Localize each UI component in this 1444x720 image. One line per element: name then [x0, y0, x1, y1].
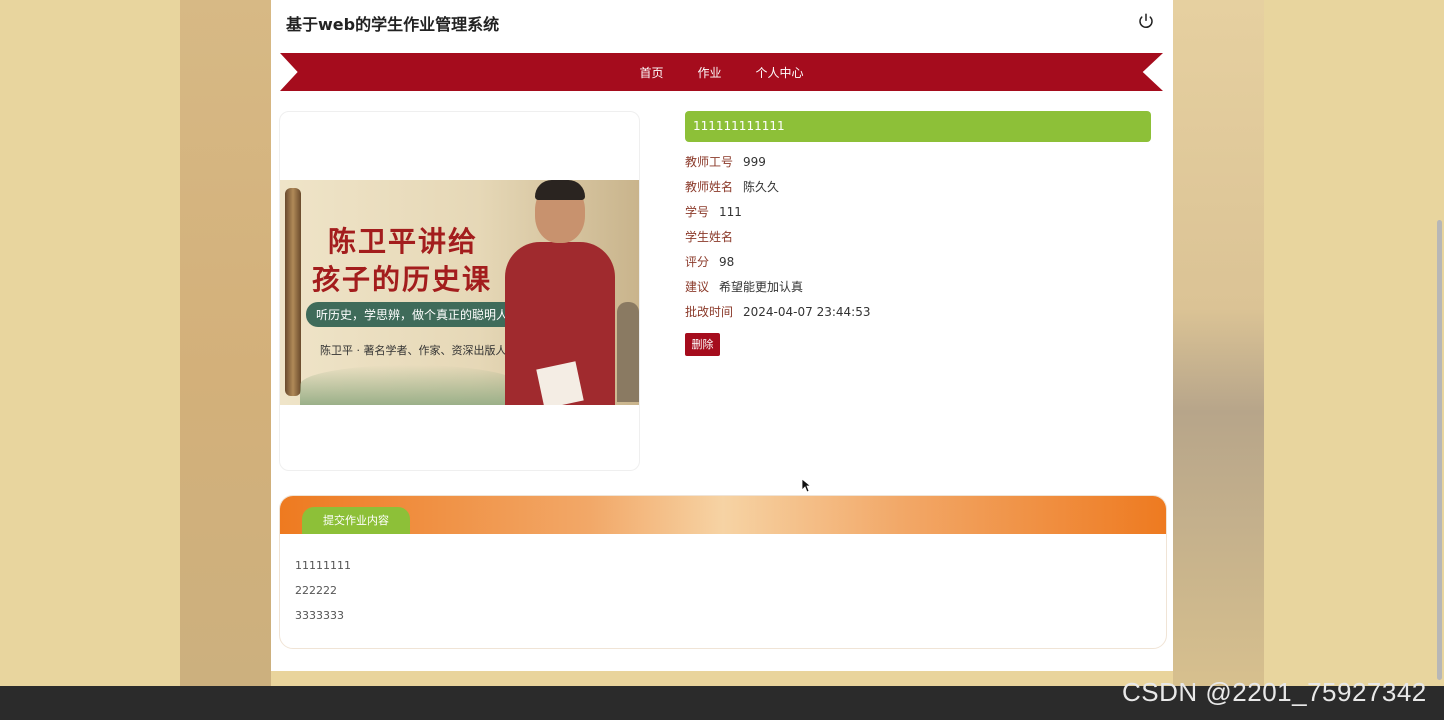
info-label: 评分 — [685, 255, 710, 269]
info-value: 111 — [719, 205, 742, 219]
poster-title-line1: 陈卫平讲给 — [328, 225, 479, 258]
hills-decoration — [300, 365, 520, 405]
content-line: 11111111 — [295, 559, 351, 572]
info-value: 希望能更加认真 — [719, 280, 804, 294]
submitted-content-card: 提交作业内容 11111111 222222 3333333 — [279, 495, 1167, 649]
content-line: 222222 — [295, 584, 337, 597]
tab-submitted-content[interactable]: 提交作业内容 — [302, 507, 410, 534]
info-label: 教师工号 — [685, 155, 734, 169]
page-scrollbar[interactable] — [1437, 220, 1442, 680]
info-value: 2024-04-07 23:44:53 — [743, 305, 871, 319]
course-poster-image: 陈卫平讲给 孩子的历史课 听历史，学思辨，做个真正的聪明人 陈卫平 · 著名学者… — [280, 180, 639, 405]
info-value: 999 — [743, 155, 766, 169]
background-texture-right — [1173, 0, 1264, 686]
power-icon[interactable] — [1137, 12, 1155, 30]
terracotta-warrior-decoration — [617, 302, 639, 402]
content-card-header: 提交作业内容 — [280, 496, 1166, 534]
homework-title-bar: 111111111111 — [685, 111, 1151, 142]
info-label: 批改时间 — [685, 305, 734, 319]
watermark-text: CSDN @2201_75927342 — [1122, 677, 1427, 707]
info-label: 学号 — [685, 205, 710, 219]
nav-item-home-label: 首页 — [639, 65, 664, 80]
nav-item-homework[interactable]: 作业 — [695, 64, 723, 81]
mouse-cursor-icon — [801, 478, 811, 493]
book-prop — [536, 361, 584, 405]
info-row-review-time: 批改时间 2024-04-07 23:44:53 — [685, 303, 870, 320]
author-photo — [505, 180, 615, 405]
info-row-teacher-name: 教师姓名 陈久久 — [685, 178, 779, 195]
site-title: 基于web的学生作业管理系统 — [286, 15, 500, 34]
info-value: 陈久久 — [743, 180, 780, 194]
nav-item-profile-label: 个人中心 — [755, 65, 804, 80]
header: 基于web的学生作业管理系统 — [271, 0, 1173, 44]
info-label: 教师姓名 — [685, 180, 734, 194]
info-row-score: 评分 98 — [685, 253, 734, 270]
scroll-rod-decoration — [285, 188, 301, 396]
nav-item-homework-label: 作业 — [697, 65, 722, 80]
poster-subtitle: 听历史，学思辨，做个真正的聪明人 — [306, 302, 519, 327]
main-nav: 首页 作业 个人中心 — [280, 53, 1163, 91]
person-hair — [535, 180, 585, 200]
homework-image-card: 陈卫平讲给 孩子的历史课 听历史，学思辨，做个真正的聪明人 陈卫平 · 著名学者… — [279, 111, 640, 471]
info-label: 学生姓名 — [685, 230, 734, 244]
background-texture-left — [180, 0, 271, 686]
poster-author: 陈卫平 · 著名学者、作家、资深出版人 — [320, 344, 507, 357]
info-row-teacher-id: 教师工号 999 — [685, 153, 766, 170]
delete-button[interactable]: 删除 — [685, 333, 720, 356]
main-page: 基于web的学生作业管理系统 首页 作业 个人中心 陈卫平讲给 孩子的历史课 听… — [271, 0, 1173, 671]
info-value: 98 — [719, 255, 735, 269]
nav-item-home[interactable]: 首页 — [637, 64, 665, 81]
info-label: 建议 — [685, 280, 710, 294]
info-row-student-name: 学生姓名 — [685, 228, 743, 245]
info-row-suggestion: 建议 希望能更加认真 — [685, 278, 803, 295]
background-left — [0, 0, 180, 686]
content-line: 3333333 — [295, 609, 344, 622]
background-right — [1264, 0, 1444, 686]
nav-item-profile[interactable]: 个人中心 — [754, 64, 806, 81]
info-row-student-id: 学号 111 — [685, 203, 742, 220]
poster-title-line2: 孩子的历史课 — [312, 263, 493, 296]
